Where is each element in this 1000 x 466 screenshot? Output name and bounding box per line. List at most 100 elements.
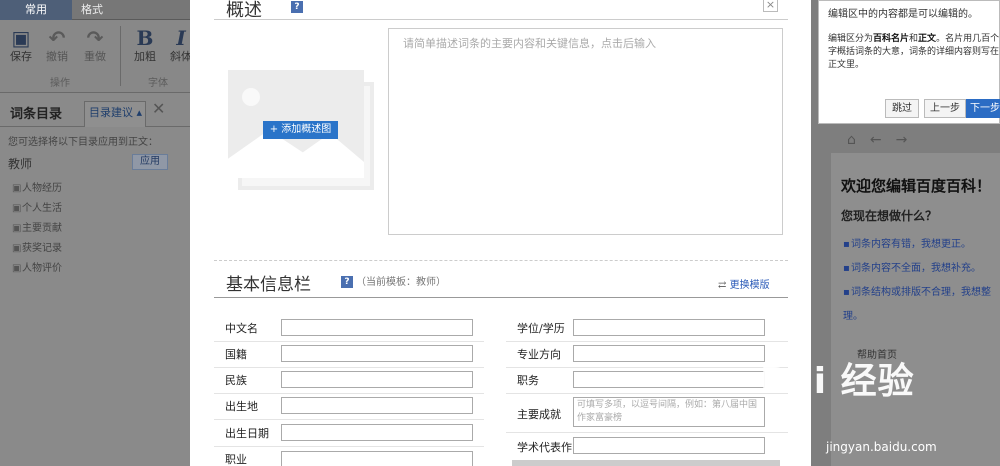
birthplace-input[interactable]	[281, 397, 473, 414]
field-label-major: 专业方向	[517, 348, 561, 361]
bold-icon: B	[136, 26, 154, 50]
skip-button[interactable]: 跳过	[885, 99, 919, 118]
bullet-icon: ▣	[12, 263, 22, 274]
bullet-icon: ▣	[12, 243, 22, 254]
divider	[214, 297, 788, 298]
guide-body-text: 编辑区分为	[828, 34, 874, 44]
bullet-icon: ▪	[843, 287, 850, 298]
apply-button[interactable]: 应用	[132, 154, 168, 170]
bullet-icon: ▣	[12, 183, 22, 194]
tab-common[interactable]: 常用	[0, 0, 72, 20]
list-item[interactable]: ▪词条内容不全面，我想补充。	[843, 257, 1000, 281]
change-template-link[interactable]: ⇄ 更换模版	[718, 276, 770, 291]
row-divider	[506, 367, 788, 368]
list-item-label: 主要贡献	[22, 223, 62, 234]
bullet-icon: ▣	[12, 203, 22, 214]
close-icon[interactable]: ✕	[152, 99, 165, 118]
redo-icon: ↷	[86, 26, 104, 50]
next-button[interactable]: 下一步	[966, 99, 1000, 118]
row-divider	[214, 446, 484, 447]
add-summary-image-button[interactable]: + 添加概述图	[263, 121, 338, 139]
bullet-icon: ▣	[12, 223, 22, 234]
row-divider	[214, 367, 484, 368]
group-label-font: 字体	[148, 78, 168, 89]
prev-button[interactable]: 上一步	[924, 99, 966, 118]
back-arrow-icon[interactable]: ←	[870, 132, 896, 148]
catalog-tab-label: 目录建议	[89, 106, 133, 119]
field-label-degree: 学位/学历	[517, 322, 565, 335]
guide-body-bold: 正文	[918, 34, 937, 44]
section-divider	[214, 260, 788, 261]
field-label-birthplace: 出生地	[225, 400, 258, 413]
editor-sidebar: 常用 格式 ▣ 保存 ↶ 撤销 ↷ 重做 B 加粗 I 斜体 操作 字体 词条目…	[0, 0, 192, 466]
undo-icon: ↶	[48, 26, 66, 50]
row-divider	[214, 419, 484, 420]
save-label: 保存	[10, 50, 32, 63]
image-sun-shape	[242, 88, 260, 106]
guide-body: 编辑区分为百科名片和正文。名片用几百个字概括词条的大意，词条的详细内容则写在正文…	[828, 33, 1000, 72]
redo-button[interactable]: ↷ 重做	[78, 26, 112, 64]
nationality-input[interactable]	[281, 345, 473, 362]
list-item[interactable]: ▣个人生活	[12, 199, 62, 219]
welcome-options: ▪词条内容有错，我想更正。 ▪词条内容不全面，我想补充。 ▪词条结构或排版不合理…	[843, 233, 1000, 329]
toolbar-tabs: 常用 格式	[0, 0, 190, 20]
catalog-list: ▣人物经历 ▣个人生活 ▣主要贡献 ▣获奖记录 ▣人物评价	[12, 179, 62, 279]
tab-format[interactable]: 格式	[72, 0, 112, 20]
list-item[interactable]: ▣主要贡献	[12, 219, 62, 239]
welcome-question: 您现在想做什么？	[841, 209, 938, 223]
birthdate-input[interactable]	[281, 424, 473, 441]
option-label: 词条结构或排版不合理，我想整理。	[843, 287, 991, 322]
divider	[214, 19, 788, 20]
bullet-icon: ▪	[843, 239, 850, 250]
field-label-position: 职务	[517, 374, 539, 387]
occupation-input[interactable]	[281, 451, 473, 466]
catalog-hint: 您可选择将以下目录应用到正文：	[8, 137, 158, 148]
field-label-ethnicity: 民族	[225, 374, 247, 387]
list-item[interactable]: ▪词条结构或排版不合理，我想整理。	[843, 281, 1000, 329]
representative-work-input[interactable]	[573, 437, 765, 454]
row-divider	[214, 341, 484, 342]
guide-body-text: 和	[909, 34, 919, 44]
summary-modal: 概述 ? × + 添加概述图 请简单描述词条的主要内容和关键信息，点击后输入 基…	[190, 0, 811, 466]
option-label: 词条内容不全面，我想补充。	[851, 263, 981, 274]
list-item-label: 人物评价	[22, 263, 62, 274]
list-item[interactable]: ▣获奖记录	[12, 239, 62, 259]
major-input[interactable]	[573, 345, 765, 362]
list-item-label: 获奖记录	[22, 243, 62, 254]
list-item[interactable]: ▣人物经历	[12, 179, 62, 199]
undo-button[interactable]: ↶ 撤销	[40, 26, 74, 64]
help-icon[interactable]: ?	[341, 276, 353, 288]
bold-button[interactable]: B 加粗	[128, 26, 162, 64]
list-item[interactable]: ▣人物评价	[12, 259, 62, 279]
change-template-label: 更换模版	[729, 280, 770, 291]
achievement-input[interactable]: 可填写多项，以逗号间隔，例如：第八届中国作家富豪榜	[573, 397, 765, 427]
ethnicity-input[interactable]	[281, 371, 473, 388]
caret-up-icon: ▴	[136, 106, 143, 119]
guide-title: 编辑区中的内容都是可以编辑的。	[828, 9, 978, 20]
list-item-label: 个人生活	[22, 203, 62, 214]
row-divider	[506, 341, 788, 342]
watermark-url: jingyan.baidu.com	[826, 440, 937, 454]
field-label-birthdate: 出生日期	[225, 427, 269, 440]
field-label-occupation: 职业	[225, 453, 247, 466]
summary-textarea[interactable]: 请简单描述词条的主要内容和关键信息，点击后输入	[388, 28, 783, 235]
bullet-icon: ▪	[843, 263, 850, 274]
name-input[interactable]	[281, 319, 473, 336]
tab-catalog-suggestion[interactable]: 目录建议 ▴	[84, 101, 146, 127]
infobox-template-label: （当前模板：教师）	[356, 277, 446, 288]
field-label-name: 中文名	[225, 322, 258, 335]
list-item-label: 人物经历	[22, 183, 62, 194]
help-icon[interactable]: ?	[291, 1, 303, 13]
close-button[interactable]: ×	[763, 0, 778, 12]
welcome-panel: 欢迎您编辑百度百科！ 您现在想做什么？ ▪词条内容有错，我想更正。 ▪词条内容不…	[831, 153, 1000, 466]
list-item[interactable]: ▪词条内容有错，我想更正。	[843, 233, 1000, 257]
forward-arrow-icon[interactable]: →	[896, 132, 922, 148]
position-input[interactable]	[573, 371, 765, 388]
home-icon[interactable]: ⌂	[847, 132, 870, 148]
toolbar-divider	[120, 26, 121, 86]
watermark-brand: Bai 经验	[760, 361, 915, 402]
degree-input[interactable]	[573, 319, 765, 336]
save-button[interactable]: ▣ 保存	[4, 26, 38, 64]
field-label-nationality: 国籍	[225, 348, 247, 361]
field-label-representative-work: 学术代表作	[517, 441, 572, 454]
